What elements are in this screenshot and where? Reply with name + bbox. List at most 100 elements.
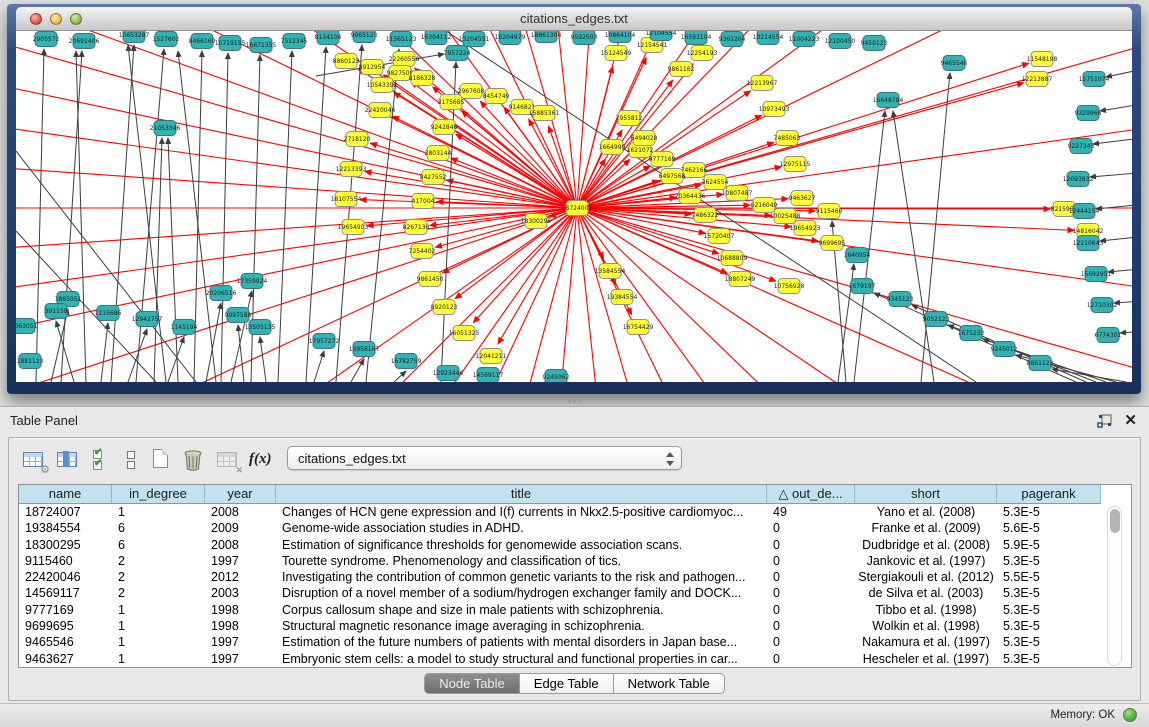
graph-node[interactable]: 15885361 [529,106,560,121]
graph-node[interactable]: 1527602 [153,32,180,47]
scrollbar-thumb[interactable] [1110,509,1120,533]
graph-node[interactable]: 8134104 [315,31,342,45]
graph-node[interactable]: 10756928 [774,279,805,294]
column-header-in_degree[interactable]: in_degree [112,485,205,504]
graph-node-hub[interactable]: 18724007 [562,201,593,216]
graph-node[interactable]: 20206516 [206,286,237,301]
graph-node[interactable]: 9465546 [941,56,968,71]
table-row[interactable]: 977716911998Corpus callosum shape and si… [19,602,1101,618]
float-panel-icon[interactable] [1097,413,1113,429]
graph-node[interactable]: 16204112 [421,31,452,45]
table-scrollbar[interactable] [1107,506,1122,666]
graph-node[interactable]: 15720407 [704,229,735,244]
graph-node[interactable]: 12213393 [336,162,367,177]
graph-node[interactable]: 22260558 [389,52,420,67]
graph-node[interactable]: 7512345 [281,34,308,49]
graph-node[interactable]: 18300295 [521,214,552,229]
graph-node[interactable]: 7486322 [692,208,719,223]
graph-node[interactable]: 8920123 [431,300,458,315]
graph-node[interactable]: 8186328 [409,71,436,86]
graph-node[interactable]: 13505135 [245,320,276,335]
graph-node[interactable]: 11004223 [789,32,820,47]
graph-node[interactable]: 1664990 [599,140,626,155]
graph-node[interactable]: 22420046 [365,103,396,118]
table-row[interactable]: 911546021997Tourette syndrome. Phenomeno… [19,553,1101,569]
graph-node[interactable]: 6494028 [631,131,658,146]
graph-node[interactable]: 14569117 [473,368,504,383]
table-settings-icon[interactable]: ⚙ [21,448,47,472]
table-row[interactable]: 1938455462009Genome-wide association stu… [19,520,1101,536]
graph-node[interactable]: 20691406 [69,34,100,49]
column-header-out_degree[interactable]: △ out_de... [767,485,855,504]
zoom-window-button[interactable] [70,13,82,25]
table-row[interactable]: 1456911722003Disruption of a novel membe… [19,585,1101,601]
graph-node[interactable]: 8267130 [403,220,430,235]
graph-node[interactable]: 17957272 [309,334,340,349]
graph-node[interactable]: 8427552 [420,170,447,185]
graph-node[interactable]: 9115460 [816,204,843,219]
deselect-columns-icon[interactable] [121,448,147,472]
graph-node[interactable]: 2905572 [33,32,60,47]
graph-node[interactable]: 391159 [45,304,68,319]
graph-node[interactable]: 16754429 [623,320,654,335]
tab-node-table[interactable]: Node Table [424,673,520,694]
graph-node[interactable]: 6216049 [751,198,778,213]
graph-node[interactable]: 7955812 [616,111,643,126]
graph-node[interactable]: 18107554 [331,192,362,207]
graph-node[interactable]: 1679197 [849,279,876,294]
graph-node[interactable]: 9345123 [887,292,914,307]
graph-node[interactable]: 2718120 [344,132,371,147]
graph-node[interactable]: 9463627 [789,191,816,206]
graph-node[interactable]: 16204979 [495,31,526,45]
graph-node[interactable]: 6497568 [659,169,686,184]
graph-node[interactable]: 7485063 [774,131,801,146]
column-header-pagerank[interactable]: pagerank [997,485,1101,504]
graph-node[interactable]: 16648784 [873,93,904,108]
column-header-title[interactable]: title [276,485,767,504]
graph-node[interactable]: 12041211 [476,349,507,364]
graph-node[interactable]: 8912954 [359,60,386,75]
graph-node[interactable]: 9861450 [417,272,444,287]
graph-node[interactable]: 10543392 [367,78,398,93]
graph-node[interactable]: 417004 [412,194,435,209]
graph-node[interactable]: 7957224 [444,46,471,61]
graph-node[interactable]: 8466160 [189,34,216,49]
graph-node[interactable]: 9245012 [991,342,1018,357]
graph-node[interactable]: 12100450 [825,34,856,49]
graph-node[interactable]: 10653287 [119,31,150,43]
graph-node[interactable]: 12975115 [780,157,811,172]
graph-node[interactable]: 13204551 [459,32,490,47]
graph-node[interactable]: 9699695 [819,236,846,251]
graph-node[interactable]: 2063051 [16,319,38,334]
graph-node[interactable]: 1640954 [844,248,871,263]
graph-node[interactable]: 10688809 [717,251,748,266]
graph-node[interactable]: 12210643 [1073,236,1104,251]
graph-node[interactable]: 9052123 [923,312,950,327]
graph-node[interactable]: 1881123 [17,354,44,369]
graph-node[interactable]: 16671355 [246,38,277,53]
graph-node[interactable]: 16051325 [449,326,480,341]
graph-node[interactable]: 2803144 [425,146,452,161]
graph-node[interactable]: 19654923 [790,221,821,236]
graph-node[interactable]: 13584554 [595,264,626,279]
graph-node[interactable]: 9777169 [649,152,676,167]
graph-node[interactable]: 1115686 [95,306,122,321]
graph-node[interactable]: 3175685 [438,95,465,110]
table-row[interactable]: 946554611997Estimation of the future num… [19,634,1101,650]
graph-node[interactable]: 13958167 [349,342,380,357]
function-builder-icon[interactable]: f(x) [249,448,275,472]
graph-node[interactable]: 17359924 [237,274,268,289]
network-graph-canvas[interactable]: 1872400788601238912954222605589827508818… [16,31,1132,382]
panel-splitter-handle[interactable] [563,398,585,405]
table-selector-dropdown[interactable]: citations_edges.txt [287,446,682,470]
graph-node[interactable]: 18807249 [725,272,756,287]
graph-node[interactable]: 12710302 [1087,298,1118,313]
graph-node[interactable]: 12213887 [1022,72,1053,87]
graph-node[interactable]: 10719155 [215,36,246,51]
graph-node[interactable]: 1145194 [171,320,198,335]
select-columns-icon[interactable]: ✔ ✔ [89,448,115,472]
graph-node[interactable]: 8861123 [1027,356,1054,371]
close-panel-icon[interactable]: ✕ [1124,411,1137,429]
graph-node[interactable]: 18861304 [531,31,562,43]
graph-node[interactable]: 21053346 [150,121,181,136]
